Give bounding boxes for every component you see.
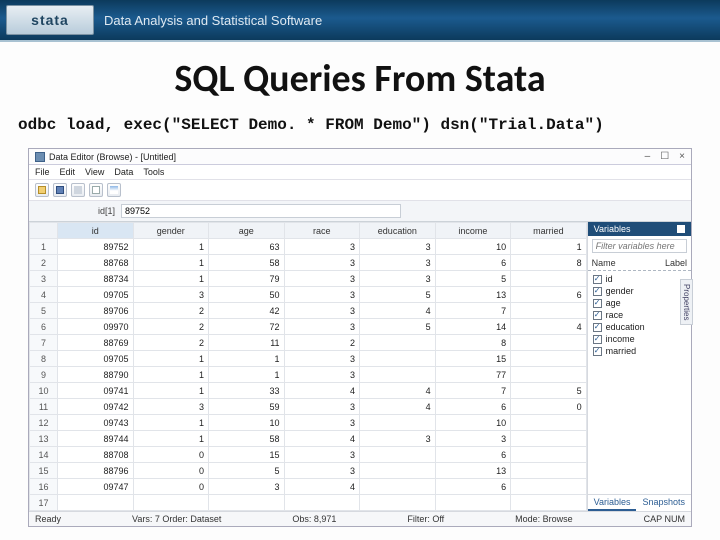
stata-tagline: Data Analysis and Statistical Software bbox=[104, 13, 322, 28]
checkbox-icon[interactable]: ✓ bbox=[593, 275, 602, 284]
variable-item[interactable]: ✓race bbox=[588, 309, 691, 321]
menu-view[interactable]: View bbox=[85, 167, 104, 177]
menu-edit[interactable]: Edit bbox=[60, 167, 76, 177]
open-icon[interactable] bbox=[35, 183, 49, 197]
status-mode: Mode: Browse bbox=[515, 514, 573, 524]
variables-header: Name Label bbox=[588, 256, 691, 271]
tab-variables[interactable]: Variables bbox=[588, 495, 637, 511]
variables-tabs: Variables Snapshots bbox=[588, 494, 691, 511]
checkbox-icon[interactable]: ✓ bbox=[593, 287, 602, 296]
print-icon[interactable] bbox=[71, 183, 85, 197]
cell-value-input[interactable] bbox=[121, 204, 401, 218]
cell-reference: id[1] bbox=[35, 206, 115, 216]
save-icon[interactable] bbox=[53, 183, 67, 197]
browse-icon[interactable] bbox=[89, 183, 103, 197]
checkbox-icon[interactable]: ✓ bbox=[593, 347, 602, 356]
status-vars: Vars: 7 Order: Dataset bbox=[132, 514, 221, 524]
odbc-command: odbc load, exec("SELECT Demo. * FROM Dem… bbox=[0, 112, 720, 144]
window-title: Data Editor (Browse) - [Untitled] bbox=[49, 152, 176, 162]
variables-panel-title: Variables bbox=[594, 224, 631, 234]
checkbox-icon[interactable]: ✓ bbox=[593, 335, 602, 344]
menu-file[interactable]: File bbox=[35, 167, 50, 177]
toolbar bbox=[29, 180, 691, 201]
statusbar: Ready Vars: 7 Order: Dataset Obs: 8,971 … bbox=[29, 511, 691, 526]
titlebar: Data Editor (Browse) - [Untitled] – ☐ × bbox=[29, 149, 691, 165]
checkbox-icon[interactable]: ✓ bbox=[593, 299, 602, 308]
maximize-button[interactable]: ☐ bbox=[660, 151, 669, 162]
filter-icon[interactable] bbox=[107, 183, 121, 197]
variable-item[interactable]: ✓education bbox=[588, 321, 691, 333]
minimize-button[interactable]: – bbox=[645, 151, 651, 162]
pin-icon[interactable] bbox=[677, 225, 685, 233]
stata-logo: stata bbox=[6, 5, 94, 35]
status-obs: Obs: 8,971 bbox=[292, 514, 336, 524]
checkbox-icon[interactable]: ✓ bbox=[593, 323, 602, 332]
menubar: File Edit View Data Tools bbox=[29, 165, 691, 180]
slide-title: SQL Queries From Stata bbox=[0, 56, 720, 102]
checkbox-icon[interactable]: ✓ bbox=[593, 311, 602, 320]
variables-filter-input[interactable] bbox=[592, 239, 687, 253]
cell-reference-bar: id[1] bbox=[29, 201, 691, 222]
status-caps: CAP NUM bbox=[644, 514, 685, 524]
data-editor-window: Data Editor (Browse) - [Untitled] – ☐ × … bbox=[28, 148, 692, 527]
tab-snapshots[interactable]: Snapshots bbox=[636, 495, 691, 511]
variable-item[interactable]: ✓id bbox=[588, 273, 691, 285]
variable-item[interactable]: ✓income bbox=[588, 333, 691, 345]
properties-tab[interactable]: Properties bbox=[680, 279, 693, 325]
menu-data[interactable]: Data bbox=[114, 167, 133, 177]
variable-item[interactable]: ✓age bbox=[588, 297, 691, 309]
app-icon bbox=[35, 152, 45, 162]
status-filter: Filter: Off bbox=[407, 514, 444, 524]
variable-item[interactable]: ✓married bbox=[588, 345, 691, 357]
variables-panel: Variables Name Label ✓id✓gender✓age✓race… bbox=[588, 222, 691, 511]
status-ready: Ready bbox=[35, 514, 61, 524]
stata-banner: stata Data Analysis and Statistical Soft… bbox=[0, 0, 720, 42]
data-grid[interactable]: idgenderageraceeducationincomemarried189… bbox=[29, 222, 588, 511]
menu-tools[interactable]: Tools bbox=[143, 167, 164, 177]
close-button[interactable]: × bbox=[679, 151, 685, 162]
variable-item[interactable]: ✓gender bbox=[588, 285, 691, 297]
